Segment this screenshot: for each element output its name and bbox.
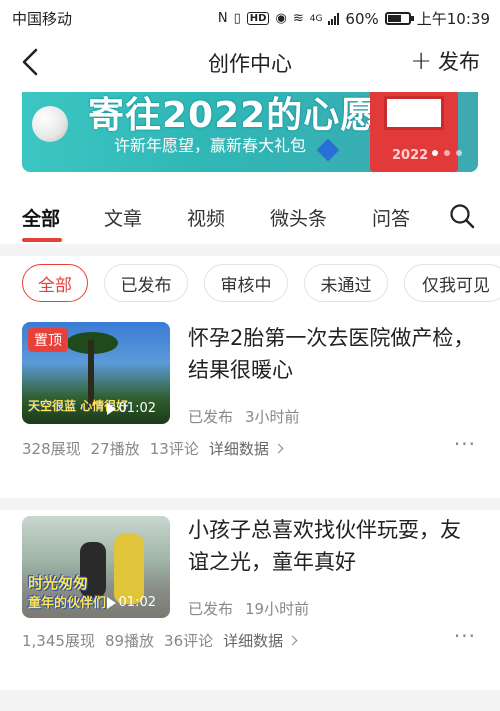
filter-all[interactable]: 全部 xyxy=(22,264,88,302)
chevron-right-icon xyxy=(287,635,298,646)
mailbox-letter xyxy=(384,96,444,130)
clock: 上午10:39 xyxy=(416,10,490,28)
duration-text: 01:02 xyxy=(118,401,156,416)
tab-articles[interactable]: 文章 xyxy=(104,204,142,231)
pinned-badge: 置顶 xyxy=(28,328,68,352)
tab-micro-posts[interactable]: 微头条 xyxy=(270,204,327,231)
plays-count: 89播放 xyxy=(104,632,155,650)
comments-count: 36评论 xyxy=(164,632,214,650)
vibrate-icon: ▯ xyxy=(233,11,241,26)
child-figure-image xyxy=(114,534,144,604)
list-item[interactable]: 时光匆匆 童年的伙伴们 01:02 小孩子总喜欢找伙伴玩耍，友谊之光，童年真好 … xyxy=(0,510,500,700)
search-button[interactable] xyxy=(448,202,476,230)
carrier-name: 中国移动 xyxy=(12,10,73,28)
filter-rejected[interactable]: 未通过 xyxy=(304,264,388,302)
views-count: 1,345展现 xyxy=(22,632,95,650)
hd-icon: HD xyxy=(246,12,270,25)
thumbnail-caption: 时光匆匆 xyxy=(28,574,89,592)
details-link[interactable]: 详细数据 xyxy=(208,438,284,459)
post-time: 3小时前 xyxy=(245,408,300,426)
battery-percent: 60% xyxy=(345,9,379,28)
publish-label: 发布 xyxy=(438,50,480,74)
post-stats: 1,345展现 89播放 36评论 详细数据 xyxy=(22,630,298,651)
filter-published[interactable]: 已发布 xyxy=(104,264,188,302)
active-tab-indicator xyxy=(22,238,62,242)
search-icon xyxy=(450,204,475,229)
video-duration: 01:02 xyxy=(106,401,156,416)
post-title[interactable]: 怀孕2胎第一次去医院做产检，结果很暖心 xyxy=(188,322,478,386)
tab-videos[interactable]: 视频 xyxy=(187,204,225,231)
play-icon xyxy=(106,402,116,415)
more-options-icon[interactable]: ··· xyxy=(454,432,476,456)
details-link[interactable]: 详细数据 xyxy=(223,630,298,651)
nfc-icon: N xyxy=(217,11,228,26)
mailbox-year: 2022 xyxy=(392,148,429,163)
details-label: 详细数据 xyxy=(208,440,269,458)
views-count: 328展现 xyxy=(22,440,81,458)
more-options-icon[interactable]: ··· xyxy=(454,624,476,648)
post-status-line: 已发布 19小时前 xyxy=(188,598,309,619)
battery-icon xyxy=(384,12,414,25)
post-stats: 328展现 27播放 13评论 详细数据 xyxy=(22,438,284,459)
network-type: 4G xyxy=(309,13,323,24)
tab-all[interactable]: 全部 xyxy=(22,204,60,231)
status-filters: 全部 已发布 审核中 未通过 仅我可见 xyxy=(0,258,500,308)
eye-icon: ◉ xyxy=(275,11,287,26)
banner-dot xyxy=(444,150,450,156)
status-bar: 中国移动 N ▯ HD ◉ ≋ 4G 60% 上午10:39 xyxy=(0,0,500,34)
category-tabs: 全部 文章 视频 微头条 问答 xyxy=(0,188,500,244)
status-icons: N ▯ HD ◉ ≋ 4G 60% 上午10:39 xyxy=(218,8,490,29)
post-status: 已发布 xyxy=(188,408,234,426)
filter-reviewing[interactable]: 审核中 xyxy=(204,264,288,302)
publish-button[interactable]: + 发布 xyxy=(410,46,480,76)
list-item[interactable]: 置顶 天空很蓝 心情很好 01:02 怀孕2胎第一次去医院做产检，结果很暖心 已… xyxy=(0,308,500,498)
filter-private[interactable]: 仅我可见 xyxy=(404,264,500,302)
post-time: 19小时前 xyxy=(245,600,310,618)
video-duration: 01:02 xyxy=(106,595,156,610)
promo-banner[interactable]: 寄往2022的心愿 许新年愿望，赢新春大礼包 2022 xyxy=(22,92,478,172)
post-title[interactable]: 小孩子总喜欢找伙伴玩耍，友谊之光，童年真好 xyxy=(188,514,478,578)
video-thumbnail[interactable]: 置顶 天空很蓝 心情很好 01:02 xyxy=(22,322,170,424)
plus-icon: + xyxy=(410,46,432,76)
banner-subtitle: 许新年愿望，赢新春大礼包 xyxy=(114,136,307,155)
thumbnail-caption: 童年的伙伴们 xyxy=(28,596,107,611)
plays-count: 27播放 xyxy=(90,440,140,458)
banner-dot xyxy=(432,150,438,156)
tab-qa[interactable]: 问答 xyxy=(372,204,410,231)
gem-decoration xyxy=(316,138,340,162)
banner-pagination xyxy=(432,150,462,156)
section-divider xyxy=(0,244,500,256)
pearl-decoration xyxy=(32,106,68,142)
comments-count: 13评论 xyxy=(149,440,199,458)
item-divider xyxy=(0,690,500,711)
nav-bar: 创作中心 + 发布 xyxy=(0,34,500,90)
signal-icon xyxy=(328,12,340,25)
duration-text: 01:02 xyxy=(118,595,156,610)
video-thumbnail[interactable]: 时光匆匆 童年的伙伴们 01:02 xyxy=(22,516,170,618)
banner-dot xyxy=(456,150,462,156)
item-divider xyxy=(0,498,500,510)
post-status: 已发布 xyxy=(188,600,234,618)
play-icon xyxy=(106,596,116,609)
post-status-line: 已发布 3小时前 xyxy=(188,406,300,427)
details-label: 详细数据 xyxy=(223,632,284,650)
mailbox-illustration: 2022 xyxy=(370,92,458,172)
wifi-icon: ≋ xyxy=(292,11,304,26)
chevron-right-icon xyxy=(273,443,284,454)
